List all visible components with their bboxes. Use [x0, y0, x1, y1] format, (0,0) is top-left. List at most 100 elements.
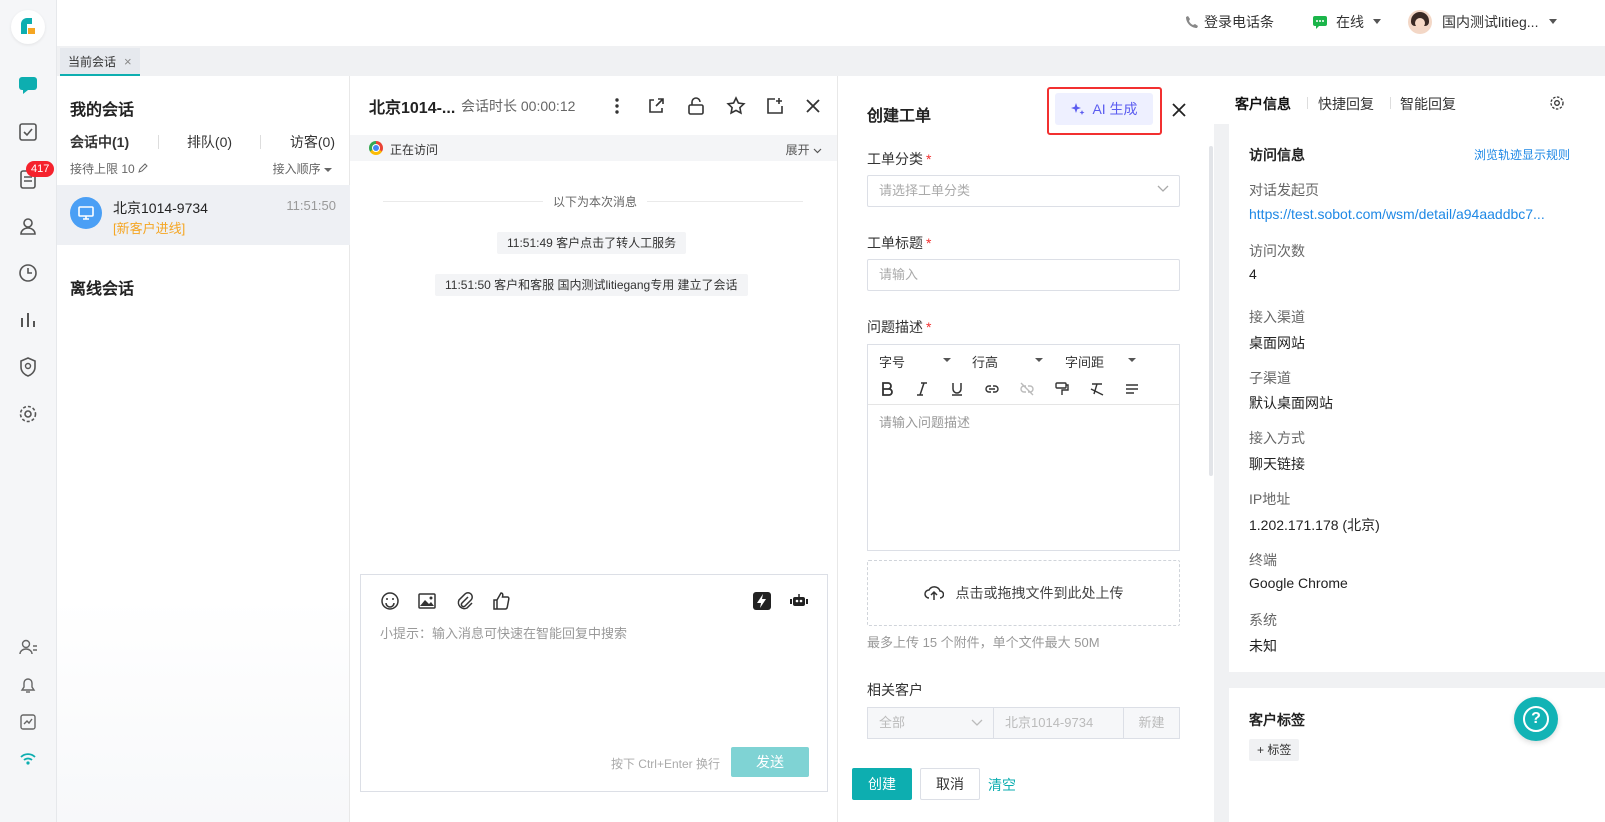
attachment-icon[interactable] [454, 591, 474, 611]
sort-order-dropdown[interactable]: 接入顺序 [273, 160, 332, 177]
required-mark: * [926, 235, 932, 251]
conversation-time: 11:51:50 [286, 198, 336, 213]
file-upload-area[interactable]: 点击或拖拽文件到此处上传 [867, 560, 1180, 626]
related-customer-input[interactable]: 北京1014-9734 [994, 708, 1124, 738]
tab-in-session[interactable]: 会话中(1) [70, 132, 129, 152]
tab-visitors[interactable]: 访客(0) [290, 132, 335, 152]
field-key: 接入方式 [1249, 430, 1305, 446]
user-menu[interactable]: 国内测试litieg... [1408, 0, 1558, 44]
new-customer-button[interactable]: 新建 [1124, 708, 1179, 738]
bold-icon[interactable] [879, 381, 895, 397]
share-icon[interactable] [646, 96, 666, 116]
letter-spacing-select[interactable]: 字间距 [1065, 352, 1104, 371]
reception-limit[interactable]: 接待上限 10 [70, 160, 148, 177]
field-value: 桌面网站 [1249, 335, 1305, 351]
close-icon[interactable] [803, 96, 823, 116]
italic-icon[interactable] [914, 381, 930, 397]
message-input-box[interactable]: 小提示：输入消息可快速在智能回复中搜索 按下 Ctrl+Enter 换行 发送 [360, 574, 828, 792]
unlink-icon[interactable] [1019, 381, 1035, 397]
image-icon[interactable] [417, 591, 437, 611]
emoji-icon[interactable] [380, 591, 400, 611]
clear-button[interactable]: 清空 [988, 775, 1016, 795]
cloud-upload-icon [923, 586, 944, 600]
offline-conversations-title[interactable]: 离线会话 [70, 275, 134, 299]
transfer-icon[interactable] [765, 96, 785, 116]
align-icon[interactable] [1124, 381, 1140, 397]
subject-input[interactable]: 请输入 [867, 259, 1180, 291]
line-height-select[interactable]: 行高 [972, 352, 998, 371]
my-conversations-title: 我的会话 [70, 102, 135, 119]
session-duration: 会话时长 00:00:12 [461, 98, 576, 114]
phone-bar-label: 登录电话条 [1204, 14, 1274, 30]
scrollbar-thumb[interactable] [1209, 146, 1213, 476]
expand-toggle[interactable]: 展开 [786, 141, 822, 158]
bell-icon[interactable] [17, 674, 39, 696]
settings-icon[interactable] [1549, 95, 1565, 111]
visit-info-title: 访问信息 [1249, 147, 1305, 163]
tab-current-conversation[interactable]: 当前会话 × [60, 48, 140, 76]
underline-icon[interactable] [949, 381, 965, 397]
create-button[interactable]: 创建 [852, 768, 912, 800]
clear-format-icon[interactable] [1089, 381, 1105, 397]
app-logo[interactable] [11, 10, 45, 44]
thumbs-up-icon[interactable] [491, 591, 511, 611]
caret-down-icon [1549, 19, 1558, 24]
new-customer-label: 新建 [1138, 715, 1165, 730]
phone-bar-login[interactable]: 登录电话条 [1185, 0, 1274, 44]
edit-icon[interactable] [138, 163, 148, 173]
star-icon[interactable] [726, 96, 746, 116]
field-value: 聊天链接 [1249, 456, 1305, 472]
tab-quick-reply[interactable]: 快捷回复 [1318, 94, 1374, 114]
field-key: 对话发起页 [1249, 182, 1319, 198]
upload-note: 最多上传 15 个附件，单个文件最大 50M [867, 635, 1100, 650]
description-editor[interactable]: 字号 行高 字间距 请输入问题描述 [867, 344, 1180, 551]
cancel-button[interactable]: 取消 [920, 768, 980, 800]
shortcut-hint: 按下 Ctrl+Enter 换行 [610, 757, 720, 771]
tab-smart-reply[interactable]: 智能回复 [1400, 94, 1456, 114]
robot-icon[interactable] [789, 591, 809, 611]
conversation-item[interactable]: 北京1014-9734 [新客户进线] 11:51:50 [57, 185, 350, 245]
clock-icon[interactable] [17, 262, 39, 284]
unlock-icon[interactable] [686, 96, 706, 116]
trajectory-rule-link[interactable]: 浏览轨迹显示规则 [1474, 146, 1570, 163]
checkbox-icon[interactable] [17, 121, 39, 143]
gear-icon[interactable] [17, 403, 39, 425]
category-select[interactable]: 请选择工单分类 [867, 175, 1180, 207]
required-mark: * [926, 151, 932, 167]
send-button[interactable]: 发送 [731, 747, 809, 777]
link-icon[interactable] [984, 381, 1000, 397]
quick-reply-icon[interactable] [752, 591, 772, 611]
more-vertical-icon[interactable] [607, 96, 627, 116]
user-name: 国内测试litieg... [1442, 14, 1539, 30]
conversation-list-panel: 我的会话 会话中(1) 排队(0) 访客(0) 接待上限 10 接入顺序 北京1… [57, 76, 350, 822]
field-key: 接入渠道 [1249, 309, 1305, 325]
status-dropdown[interactable]: 在线 [1312, 0, 1382, 44]
subject-label: 工单标题 * [867, 233, 931, 253]
chat-icon[interactable] [17, 74, 39, 96]
related-scope-select[interactable]: 全部 [868, 708, 994, 738]
bar-chart-icon[interactable] [17, 309, 39, 331]
inbox-icon[interactable] [17, 711, 39, 733]
visit-info-card: 访问信息 浏览轨迹显示规则 对话发起页 https://test.sobot.c… [1229, 124, 1605, 672]
user-icon[interactable] [17, 215, 39, 237]
field-value: 1.202.171.178 (北京) [1249, 517, 1380, 533]
user-setting-icon[interactable] [17, 636, 39, 658]
upload-label: 点击或拖拽文件到此处上传 [955, 585, 1124, 601]
tab-queue[interactable]: 排队(0) [187, 132, 232, 152]
font-size-select[interactable]: 字号 [879, 352, 905, 371]
tab-customer-info[interactable]: 客户信息 [1235, 94, 1291, 114]
help-button[interactable]: ? [1514, 697, 1558, 741]
format-painter-icon[interactable] [1054, 381, 1070, 397]
description-label-text: 问题描述 [867, 319, 923, 335]
shield-icon[interactable] [17, 356, 39, 378]
tab-separator [157, 135, 159, 149]
tab-close-icon[interactable]: × [124, 54, 132, 69]
field-value: Google Chrome [1249, 575, 1348, 591]
ai-generate-button[interactable]: AI 生成 [1055, 93, 1153, 125]
ticket-badge: 417 [26, 161, 55, 177]
sparkle-icon [1071, 103, 1085, 115]
line-height-label: 行高 [972, 355, 999, 370]
field-value-link[interactable]: https://test.sobot.com/wsm/detail/a94aad… [1249, 206, 1569, 222]
close-icon[interactable] [1170, 101, 1188, 119]
add-tag-button[interactable]: + 标签 [1249, 739, 1300, 761]
